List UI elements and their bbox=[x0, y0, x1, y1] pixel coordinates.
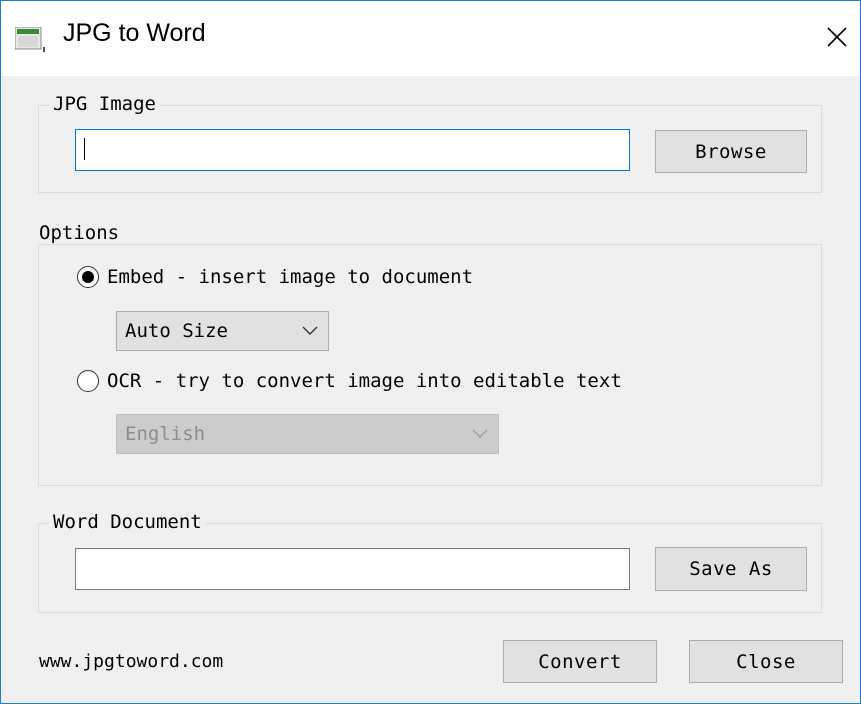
app-icon bbox=[15, 27, 45, 52]
ocr-radio-label[interactable]: OCR - try to convert image into editable… bbox=[107, 370, 622, 392]
chevron-down-icon bbox=[302, 326, 318, 335]
main-window: JPG to Word JPG Image Browse Options Emb… bbox=[0, 0, 861, 704]
convert-button[interactable]: Convert bbox=[503, 640, 657, 683]
close-window-button[interactable] bbox=[817, 17, 857, 57]
embed-radio-option[interactable]: Embed - insert image to document bbox=[77, 266, 473, 288]
save-as-button[interactable]: Save As bbox=[655, 547, 807, 591]
word-path-input[interactable] bbox=[75, 548, 630, 590]
embed-radio[interactable] bbox=[77, 266, 99, 288]
browse-button[interactable]: Browse bbox=[655, 130, 807, 173]
ocr-radio[interactable] bbox=[77, 370, 99, 392]
window-title: JPG to Word bbox=[63, 19, 206, 47]
size-select-value: Auto Size bbox=[125, 320, 228, 342]
jpg-image-legend: JPG Image bbox=[49, 93, 160, 115]
word-document-legend: Word Document bbox=[49, 511, 206, 533]
close-button[interactable]: Close bbox=[689, 640, 843, 683]
website-url: www.jpgtoword.com bbox=[39, 651, 224, 672]
language-select: English bbox=[116, 414, 499, 454]
embed-radio-label[interactable]: Embed - insert image to document bbox=[107, 266, 473, 288]
language-select-value: English bbox=[125, 423, 206, 445]
title-bar[interactable]: JPG to Word bbox=[1, 1, 860, 76]
options-legend: Options bbox=[35, 222, 124, 244]
chevron-down-icon bbox=[472, 429, 488, 438]
jpg-path-input[interactable] bbox=[75, 129, 630, 171]
close-icon bbox=[827, 27, 847, 47]
size-select[interactable]: Auto Size bbox=[116, 311, 329, 351]
text-caret bbox=[84, 138, 85, 160]
ocr-radio-option[interactable]: OCR - try to convert image into editable… bbox=[77, 370, 622, 392]
